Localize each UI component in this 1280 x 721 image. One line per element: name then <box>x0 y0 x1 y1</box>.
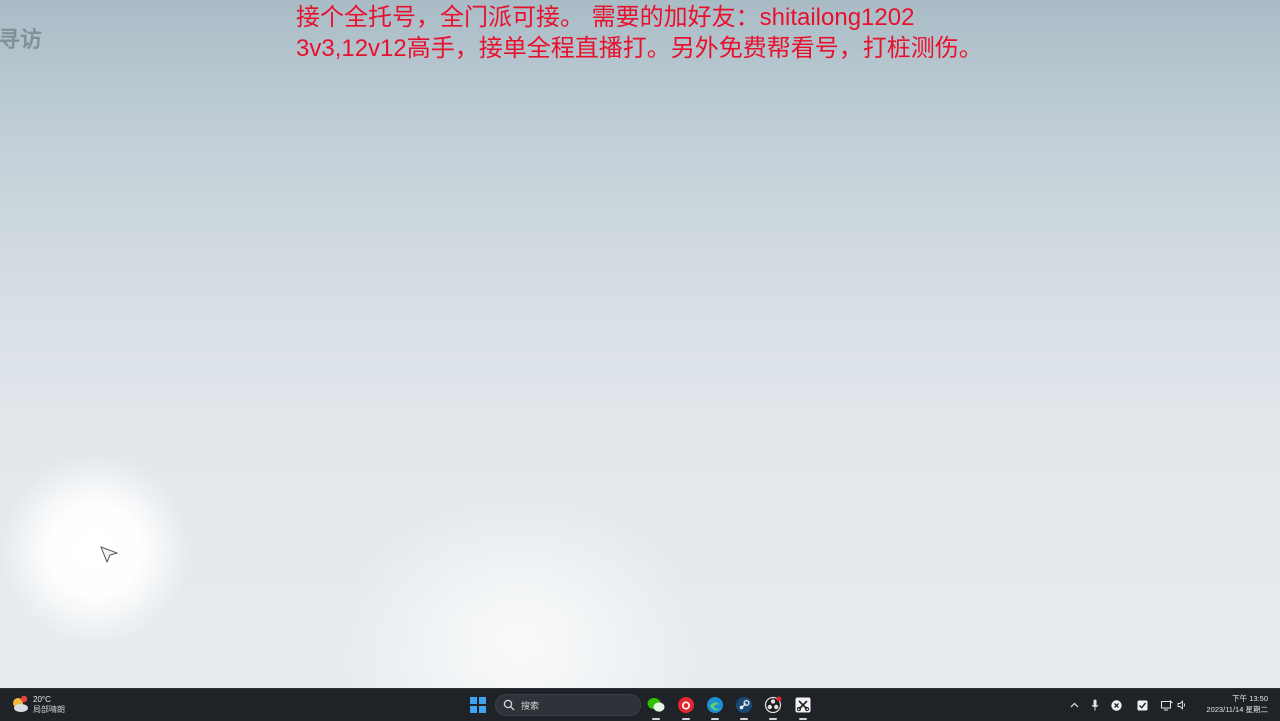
mouse-cursor-icon <box>100 546 118 563</box>
overlay-line-1-text: 接个全托号，全门派可接。 需要的加好友： <box>296 3 760 31</box>
weather-text: 20°C 局部晴朗 <box>33 695 65 715</box>
start-tile <box>470 706 477 713</box>
app-tray-icon-2[interactable] <box>1135 697 1149 713</box>
taskbar-app-capture[interactable] <box>793 695 813 720</box>
microphone-icon <box>1091 699 1099 711</box>
overlay-line-2-text: 高手，接单全程直播打。另外免费帮看号，打桩测伤。 <box>406 34 983 62</box>
weather-temp: 20°C <box>33 695 51 704</box>
search-icon <box>503 699 515 711</box>
network-icon <box>1161 699 1173 710</box>
corner-watermark-text: 寻访 <box>0 27 43 53</box>
system-clock[interactable]: 下午 13:50 2023/11/14 星期二 <box>1206 693 1268 715</box>
overlay-line-1: 接个全托号，全门派可接。 需要的加好友：shitailong1202 <box>296 2 983 33</box>
overlay-line-1-contact: shitailong1202 <box>759 4 915 31</box>
weather-condition: 局部晴朗 <box>33 705 65 714</box>
taskbar-app-edge[interactable] <box>705 695 725 720</box>
start-tile <box>479 697 486 704</box>
clock-date: 2023/11/14 星期二 <box>1206 705 1268 714</box>
taskbar-app-steam[interactable] <box>734 695 754 720</box>
microphone-tray[interactable] <box>1089 697 1101 713</box>
stream-overlay-text: 接个全托号，全门派可接。 需要的加好友：shitailong1202 3v3,1… <box>296 2 983 64</box>
capture-tool-icon <box>795 697 811 713</box>
start-tile <box>479 706 486 713</box>
taskbar: 20°C 局部晴朗 搜索 下午 13:50 2023/11/14 星期二 <box>0 688 1280 721</box>
overlay-line-2: 3v3,12v12高手，接单全程直播打。另外免费帮看号，打桩测伤。 <box>296 33 983 64</box>
search-placeholder: 搜索 <box>521 700 540 711</box>
overlay-line-2-modes: 3v3,12v12 <box>296 35 407 62</box>
obs-studio-icon <box>764 696 782 714</box>
circle-close-icon <box>1110 699 1122 711</box>
wechat-icon <box>647 698 665 712</box>
taskbar-search-box[interactable]: 搜索 <box>495 694 641 716</box>
start-button[interactable] <box>470 697 486 713</box>
chevron-up-icon <box>1070 702 1078 708</box>
weather-widget[interactable]: 20°C 局部晴朗 <box>10 693 65 717</box>
start-tile <box>470 697 477 704</box>
speaker-icon <box>1177 700 1186 710</box>
app-tray-icon-1[interactable] <box>1109 697 1123 713</box>
netease-music-icon <box>678 697 694 713</box>
checkbox-app-icon <box>1137 700 1147 710</box>
partly-sunny-icon <box>10 695 30 715</box>
clock-time: 下午 13:50 <box>1232 694 1268 703</box>
taskbar-app-obs[interactable] <box>763 695 783 720</box>
taskbar-app-netease-music[interactable] <box>676 695 696 720</box>
show-hidden-icons-button[interactable] <box>1068 697 1080 713</box>
network-tray[interactable] <box>1160 697 1174 713</box>
desktop-wallpaper: 寻访 接个全托号，全门派可接。 需要的加好友：shitailong1202 3v… <box>0 0 1280 688</box>
volume-tray[interactable] <box>1176 697 1188 713</box>
taskbar-app-wechat[interactable] <box>646 695 666 720</box>
edge-browser-icon <box>707 697 723 713</box>
steam-icon <box>736 697 752 713</box>
